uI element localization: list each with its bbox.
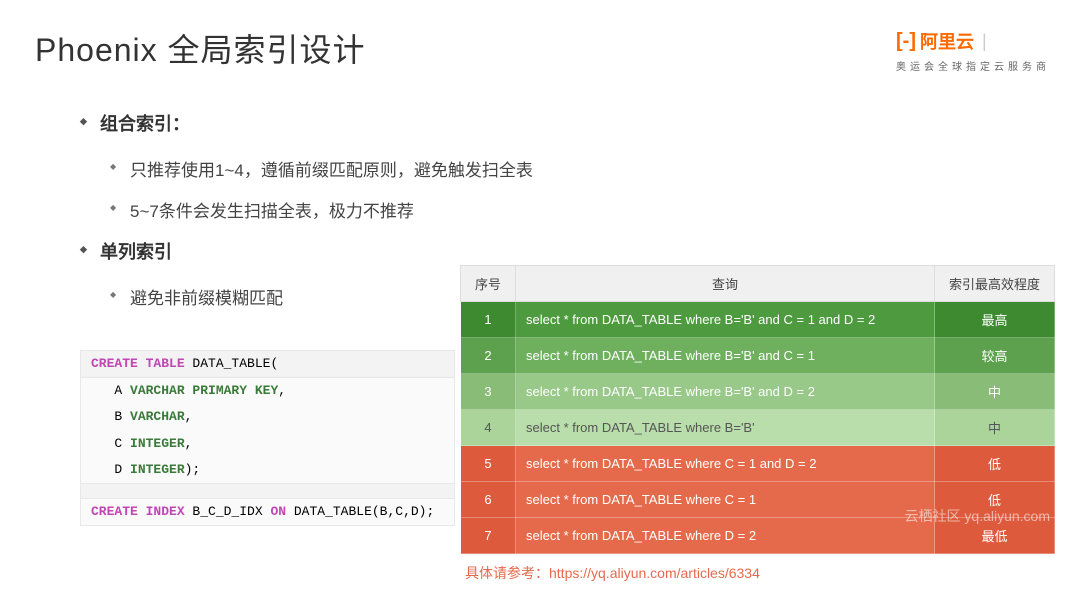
code-line-2: A VARCHAR PRIMARY KEY, bbox=[81, 378, 454, 404]
code-line-5: D INTEGER); bbox=[81, 457, 454, 483]
aliyun-bracket-icon: [-] bbox=[896, 30, 916, 53]
cell-seq: 7 bbox=[461, 518, 516, 554]
table-row: 6select * from DATA_TABLE where C = 1低 bbox=[461, 482, 1055, 518]
code-line-7: CREATE INDEX B_C_D_IDX ON DATA_TABLE(B,C… bbox=[81, 499, 454, 525]
cell-eff: 较高 bbox=[935, 338, 1055, 374]
cell-query: select * from DATA_TABLE where B='B' and… bbox=[516, 338, 935, 374]
cell-seq: 1 bbox=[461, 302, 516, 338]
cell-seq: 6 bbox=[461, 482, 516, 518]
code-separator bbox=[81, 483, 454, 499]
table-row: 4select * from DATA_TABLE where B='B'中 bbox=[461, 410, 1055, 446]
table-row: 7select * from DATA_TABLE where D = 2最低 bbox=[461, 518, 1055, 554]
cell-eff: 中 bbox=[935, 374, 1055, 410]
cell-query: select * from DATA_TABLE where C = 1 bbox=[516, 482, 935, 518]
cell-query: select * from DATA_TABLE where C = 1 and… bbox=[516, 446, 935, 482]
cell-seq: 2 bbox=[461, 338, 516, 374]
code-line-1: CREATE TABLE DATA_TABLE( bbox=[81, 351, 454, 378]
aliyun-logo: [-] 阿里云 bbox=[896, 28, 974, 54]
cell-eff: 最低 bbox=[935, 518, 1055, 554]
cell-eff: 低 bbox=[935, 446, 1055, 482]
cell-query: select * from DATA_TABLE where B='B' and… bbox=[516, 374, 935, 410]
table-row: 5select * from DATA_TABLE where C = 1 an… bbox=[461, 446, 1055, 482]
efficiency-table: 序号 查询 索引最高效程度 1select * from DATA_TABLE … bbox=[460, 265, 1055, 554]
code-block: CREATE TABLE DATA_TABLE( A VARCHAR PRIMA… bbox=[80, 350, 455, 526]
cell-eff: 最高 bbox=[935, 302, 1055, 338]
bullet-rec-1-4: 只推荐使用1~4，遵循前缀匹配原则，避免触发扫全表 bbox=[110, 156, 1050, 181]
th-query: 查询 bbox=[516, 266, 935, 302]
cell-seq: 5 bbox=[461, 446, 516, 482]
logo-area: [-] 阿里云 | 奥运会全球指定云服务商 bbox=[896, 28, 1050, 73]
reference-link: 具体请参考：https://yq.aliyun.com/articles/633… bbox=[465, 563, 760, 583]
brand-text: 阿里云 bbox=[920, 28, 974, 54]
table-row: 2select * from DATA_TABLE where B='B' an… bbox=[461, 338, 1055, 374]
cell-eff: 低 bbox=[935, 482, 1055, 518]
table-row: 3select * from DATA_TABLE where B='B' an… bbox=[461, 374, 1055, 410]
bullet-single-index: 单列索引 bbox=[80, 238, 1050, 264]
logo-tagline: 奥运会全球指定云服务商 bbox=[896, 58, 1050, 73]
page-title: Phoenix 全局索引设计 bbox=[35, 25, 366, 71]
cell-seq: 3 bbox=[461, 374, 516, 410]
cell-eff: 中 bbox=[935, 410, 1055, 446]
th-eff: 索引最高效程度 bbox=[935, 266, 1055, 302]
th-seq: 序号 bbox=[461, 266, 516, 302]
cell-seq: 4 bbox=[461, 410, 516, 446]
code-line-4: C INTEGER, bbox=[81, 431, 454, 457]
cell-query: select * from DATA_TABLE where B='B' and… bbox=[516, 302, 935, 338]
code-line-3: B VARCHAR, bbox=[81, 404, 454, 430]
table-header-row: 序号 查询 索引最高效程度 bbox=[461, 266, 1055, 302]
cell-query: select * from DATA_TABLE where B='B' bbox=[516, 410, 935, 446]
bullet-warn-5-7: 5~7条件会发生扫描全表，极力不推荐 bbox=[110, 197, 1050, 222]
cell-query: select * from DATA_TABLE where D = 2 bbox=[516, 518, 935, 554]
bullet-composite-index: 组合索引： bbox=[80, 110, 1050, 136]
logo-divider: | bbox=[982, 31, 987, 52]
table-row: 1select * from DATA_TABLE where B='B' an… bbox=[461, 302, 1055, 338]
